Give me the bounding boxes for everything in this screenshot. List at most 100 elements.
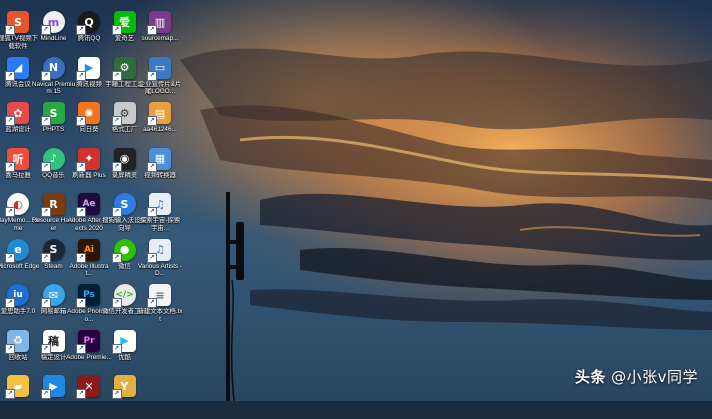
- shortcut-arrow-icon: ↗: [111, 252, 122, 263]
- shortcut-arrow-icon: ↗: [147, 207, 157, 217]
- shortcut-arrow-icon: ↗: [111, 25, 122, 35]
- shortcut-arrow-icon: ↗: [5, 161, 15, 172]
- wechat-icon: ● ↗: [111, 238, 136, 263]
- shortcut-arrow-icon: ↗: [111, 389, 122, 399]
- text-file-icon: ≡ ↗: [147, 284, 171, 308]
- desktop-shortcut[interactable]: Pr ↗ Adobe Premie...: [66, 328, 112, 374]
- shortcut-arrow-icon: ↗: [40, 389, 51, 399]
- shortcut-arrow-icon: ↗: [76, 116, 86, 126]
- iqiyi-icon: 爱 ↗: [111, 11, 136, 35]
- phpts-icon: S ↗: [40, 102, 65, 126]
- shortcut-arrow-icon: ↗: [76, 343, 86, 354]
- desktop-shortcut[interactable]: ⚙ ↗ 格式工厂: [107, 100, 143, 146]
- desktop-shortcut[interactable]: ♫ ↗ 探索宇宙-探索宇宙...: [140, 191, 180, 237]
- desktop-shortcut-label: 探索宇宙-探索宇宙...: [139, 217, 181, 232]
- y-app-icon: Y ↗: [111, 375, 136, 399]
- desktop-shortcut[interactable]: Q ↗ 腾讯QQ: [71, 9, 107, 55]
- desktop-shortcut[interactable]: ♫ ↗ Various Artists - D...: [138, 237, 182, 283]
- desktop-shortcut[interactable]: 听 ↗ 喜马拉雅: [0, 146, 36, 192]
- shortcut-arrow-icon: ↗: [111, 207, 122, 217]
- desktop-shortcut-label: 视频转换器: [144, 171, 176, 179]
- qq-penguin-icon: Q ↗: [76, 11, 100, 35]
- desktop-shortcut-label: 企业宣传片&片尾LOGO...: [138, 80, 182, 96]
- desktop-shortcut[interactable]: iu ↗ 爱思助手7.0: [0, 282, 36, 328]
- refresh-icon: ✦ ↗: [76, 147, 100, 172]
- mindline-icon: m ↗: [40, 11, 65, 35]
- recycle-bin-icon: ♻ ↗: [5, 329, 29, 354]
- desktop-shortcut-label: 优酷: [118, 353, 131, 361]
- shortcut-arrow-icon: ↗: [147, 25, 157, 35]
- desktop-shortcut[interactable]: ✺ ↗ 向日葵: [71, 100, 107, 146]
- desktop-shortcut[interactable]: ▤ ↗ aa461246...: [142, 100, 178, 146]
- shortcut-arrow-icon: ↗: [111, 161, 122, 172]
- shortcut-arrow-icon: ↗: [76, 252, 86, 263]
- playmemories-icon: ◐ ↗: [5, 193, 29, 217]
- winrar-icon: ▥ ↗: [147, 11, 171, 35]
- record-icon: ◉ ↗: [111, 147, 136, 172]
- desktop-shortcut[interactable]: 爱 ↗ 爱奇艺: [107, 9, 143, 55]
- desktop-shortcut[interactable]: ▶ ↗ 腾讯视频: [71, 55, 107, 101]
- photoshop-icon: Ps ↗: [76, 284, 100, 308]
- shortcut-arrow-icon: ↗: [40, 298, 51, 308]
- desktop-shortcut[interactable]: ◉ ↗ 录屏精灵: [107, 146, 143, 192]
- lanhu-icon: ✿ ↗: [5, 102, 29, 126]
- desktop-shortcut[interactable]: Ai ↗ Adobe Illustrat...: [69, 237, 109, 283]
- desktop-shortcut[interactable]: ✿ ↗ 蓝湖设计: [0, 100, 36, 146]
- shortcut-arrow-icon: ↗: [147, 116, 157, 126]
- desktop-shortcut[interactable]: Ps ↗ Adobe Photosho...: [67, 282, 111, 328]
- desktop-shortcut[interactable]: ♻ ↗ 回收站: [0, 328, 36, 374]
- qq-music-icon: ♪ ↗: [40, 147, 65, 172]
- shortcut-arrow-icon: ↗: [40, 207, 51, 217]
- shortcut-arrow-icon: ↗: [5, 25, 15, 35]
- desktop-shortcut[interactable]: S ↗ PHPTS: [36, 100, 72, 146]
- shortcut-arrow-icon: ↗: [111, 70, 122, 81]
- fox-icon: S ↗: [5, 11, 29, 35]
- desktop-shortcut[interactable]: ▭ ↗ 企业宣传片&片尾LOGO...: [139, 55, 181, 101]
- tool-icon: ⚙ ↗: [111, 56, 136, 81]
- desktop-shortcut[interactable]: e ↗ Microsoft Edge: [0, 237, 39, 283]
- shortcut-arrow-icon: ↗: [40, 25, 51, 35]
- ximalaya-icon: 听 ↗: [5, 147, 29, 172]
- desktop-shortcut[interactable]: ▥ ↗ sourcemap...: [142, 9, 178, 55]
- watermark-author: @小张v同学: [611, 368, 698, 386]
- desktop-shortcut[interactable]: S ↗ 搜狐TV视频下载软件: [0, 9, 38, 55]
- wechat-dev-icon: </> ↗: [111, 284, 136, 308]
- shortcut-arrow-icon: ↗: [40, 252, 51, 263]
- shortcut-arrow-icon: ↗: [147, 298, 157, 308]
- shortcut-arrow-icon: ↗: [76, 25, 86, 35]
- tencent-video-icon: ▶ ↗: [76, 56, 100, 81]
- game-icon: ✕ ↗: [76, 375, 100, 399]
- desktop-shortcut[interactable]: ▶ ↗ 优酷: [107, 328, 143, 374]
- edge-icon: e ↗: [5, 238, 29, 263]
- shortcut-arrow-icon: ↗: [111, 343, 122, 354]
- shortcut-arrow-icon: ↗: [76, 70, 86, 81]
- desktop-shortcut[interactable]: m ↗ MindLine: [36, 9, 72, 55]
- gaoding-icon: 稿 ↗: [40, 329, 65, 354]
- desktop-shortcut[interactable]: Y ↗: [107, 373, 143, 419]
- shortcut-arrow-icon: ↗: [40, 161, 51, 172]
- shortcut-arrow-icon: ↗: [76, 389, 86, 399]
- shortcut-arrow-icon: ↗: [5, 252, 15, 263]
- desktop-shortcut-label: 新建文本文档.txt: [137, 308, 183, 323]
- sunflower-icon: ✺ ↗: [76, 102, 100, 126]
- desktop-shortcut[interactable]: ≡ ↗ 新建文本文档.txt: [137, 282, 183, 328]
- steam-icon: S ↗: [40, 238, 65, 263]
- desktop-shortcut[interactable]: ✦ ↗ 刷新器 Plus: [71, 146, 107, 192]
- shortcut-arrow-icon: ↗: [147, 161, 157, 172]
- watermark-platform: 头条: [574, 368, 606, 386]
- shortcut-arrow-icon: ↗: [76, 161, 86, 172]
- desktop-shortcut[interactable]: ♪ ↗ QQ音乐: [36, 146, 72, 192]
- desktop-shortcut-label: Various Artists - D...: [137, 262, 183, 278]
- desktop-shortcut[interactable]: ▰ ↗: [0, 373, 36, 419]
- shortcut-arrow-icon: ↗: [76, 207, 86, 217]
- desktop-shortcut[interactable]: 稿 ↗ 稿定设计: [36, 328, 72, 374]
- shortcut-arrow-icon: ↗: [147, 252, 157, 263]
- shortcut-arrow-icon: ↗: [76, 298, 86, 308]
- desktop-shortcut[interactable]: ▶ ↗: [36, 373, 72, 419]
- desktop-shortcut[interactable]: ▦ ↗ 视频转换器: [142, 146, 178, 192]
- shortcut-arrow-icon: ↗: [5, 298, 15, 308]
- shortcut-arrow-icon: ↗: [40, 116, 51, 126]
- format-factory-icon: ⚙ ↗: [111, 102, 136, 126]
- desktop-shortcut[interactable]: ✕ ↗: [71, 373, 107, 419]
- desktop-shortcut[interactable]: N ↗ Navicat Premium 15: [32, 55, 75, 101]
